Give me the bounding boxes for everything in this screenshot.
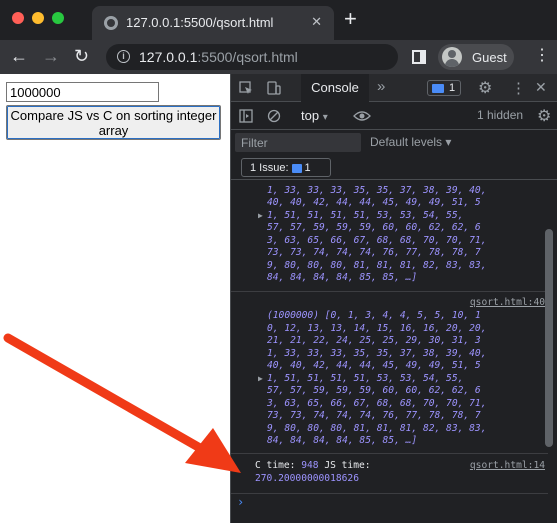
browser-toolbar: ← → ↻ i 127.0.0.1:5500/qsort.html Guest … — [0, 40, 557, 74]
back-arrow-icon[interactable]: ← — [10, 46, 28, 66]
c-time-label: C time: — [255, 460, 302, 471]
message-icon — [291, 163, 302, 173]
page-viewport: Compare JS vs C on sorting integer array — [0, 74, 230, 523]
issues-count: 1 — [304, 162, 311, 174]
array-start: [0, 1, 3, 4, 4, 5, 5, 10, 1 — [324, 310, 481, 321]
array-line: 3, 63, 65, 66, 67, 68, 68, 70, 70, 71, — [267, 234, 487, 246]
context-label: top — [301, 108, 320, 123]
levels-dropdown[interactable]: Default levels ▾ — [370, 135, 451, 149]
js-time-label: JS time: — [318, 460, 371, 471]
new-tab-button[interactable]: + — [344, 8, 357, 30]
browser-menu-icon[interactable]: ⋮ — [534, 48, 550, 64]
info-icon[interactable]: i — [117, 50, 130, 63]
message-count: 1 — [449, 82, 456, 94]
array-line: (1000000) [0, 1, 3, 4, 4, 5, 5, 10, 1 — [267, 310, 547, 323]
timing-line: C time: 948 JS time: — [255, 460, 371, 473]
globe-icon — [104, 16, 118, 30]
array-line: 1, 33, 33, 33, 35, 35, 37, 38, 39, 40, — [267, 184, 487, 196]
settings-gear-icon[interactable]: ⚙ — [478, 78, 492, 98]
console-settings-gear-icon[interactable]: ⚙ — [537, 106, 551, 126]
console-toolbar: top ▾ 1 hidden ⚙ — [231, 102, 557, 130]
timing-entry[interactable]: qsort.html:14 C time: 948 JS time: 270.2… — [231, 454, 548, 494]
filter-bar: Filter Default levels ▾ — [231, 130, 557, 156]
inspect-icon[interactable] — [239, 81, 253, 95]
zoom-window-button[interactable] — [52, 12, 64, 24]
more-tabs-icon[interactable]: » — [377, 78, 385, 95]
console-scrollbar[interactable] — [545, 229, 553, 447]
array-line: 40, 40, 42, 44, 44, 45, 49, 49, 51, 5 — [267, 360, 481, 371]
tab-console[interactable]: Console — [301, 74, 369, 102]
array-line: 1, 51, 51, 51, 51, 53, 53, 54, 55, — [267, 209, 464, 221]
hidden-count: 1 hidden — [477, 108, 524, 122]
c-time-value: 948 — [301, 460, 319, 471]
array-line: 73, 73, 74, 74, 74, 76, 77, 78, 78, 7 — [267, 247, 481, 258]
url-path: :5500/qsort.html — [197, 49, 298, 65]
profile-button[interactable]: Guest — [438, 44, 514, 70]
address-bar[interactable]: i 127.0.0.1:5500/qsort.html — [106, 44, 398, 70]
devtools-tabbar: Console » 1 ⚙ ⋮ ✕ — [231, 74, 557, 102]
js-time-value: 270.20000000018626 — [255, 472, 359, 484]
array-line: 1, 51, 51, 51, 51, 53, 53, 54, 55, — [267, 372, 464, 384]
log-entry[interactable]: … 1, 33, 33, 33, 35, 35, 37, 38, 39, 40,… — [231, 180, 548, 292]
sidepanel-icon[interactable] — [412, 50, 426, 64]
browser-tab[interactable]: 127.0.0.1:5500/qsort.html ✕ — [92, 6, 334, 40]
array-line: 57, 57, 59, 59, 59, 60, 60, 62, 62, 6 — [267, 222, 481, 233]
issues-label: 1 Issue: — [250, 162, 289, 174]
context-select[interactable]: top ▾ — [301, 108, 328, 123]
issues-bar: 1 Issue: 1 — [231, 156, 557, 180]
device-toolbar-icon[interactable] — [267, 81, 281, 95]
console-prompt-icon[interactable]: › — [237, 496, 244, 509]
array-length: (1000000) — [267, 310, 319, 321]
url-text: 127.0.0.1:5500/qsort.html — [139, 49, 298, 65]
profile-label: Guest — [472, 50, 507, 65]
reload-icon[interactable]: ↻ — [74, 46, 89, 66]
array-size-input[interactable] — [6, 82, 159, 102]
clear-console-icon[interactable] — [267, 109, 281, 123]
window-titlebar: 127.0.0.1:5500/qsort.html ✕ + — [0, 0, 557, 40]
close-icon[interactable]: ✕ — [535, 79, 547, 96]
devtools-menu-icon[interactable]: ⋮ — [511, 79, 526, 97]
array-line: 9, 80, 80, 80, 81, 81, 81, 82, 83, 83, — [267, 259, 487, 271]
array-line: 40, 40, 42, 44, 44, 45, 49, 49, 51, 5 — [267, 197, 481, 208]
devtools-panel: Console » 1 ⚙ ⋮ ✕ top ▾ 1 hidden ⚙ Filte… — [230, 74, 557, 523]
avatar-icon — [442, 47, 462, 67]
array-line: 73, 73, 74, 74, 74, 76, 77, 78, 78, 7 — [267, 410, 481, 421]
array-line: 3, 63, 65, 66, 67, 68, 68, 70, 70, 71, — [267, 397, 487, 409]
tab-title: 127.0.0.1:5500/qsort.html — [126, 15, 274, 30]
array-line: 0, 12, 13, 13, 14, 15, 16, 16, 20, 20, — [267, 322, 487, 334]
expand-triangle-icon[interactable]: ▶ — [258, 373, 263, 386]
message-icon — [432, 84, 444, 93]
source-link[interactable]: qsort.html:14 — [470, 460, 545, 473]
array-line: 84, 84, 84, 84, 85, 85, …] — [267, 272, 418, 283]
tab-close-icon[interactable]: ✕ — [311, 14, 322, 30]
sidebar-toggle-icon[interactable] — [239, 109, 253, 123]
log-entry[interactable]: qsort.html:40 (1000000) [0, 1, 3, 4, 4, … — [231, 292, 548, 454]
eye-icon[interactable] — [353, 110, 371, 122]
array-line: 21, 21, 22, 24, 25, 25, 29, 30, 31, 3 — [267, 335, 481, 346]
source-link[interactable]: qsort.html:40 — [470, 297, 545, 310]
minimize-window-button[interactable] — [32, 12, 44, 24]
array-line: 57, 57, 59, 59, 59, 60, 60, 62, 62, 6 — [267, 385, 481, 396]
url-host: 127.0.0.1 — [139, 49, 198, 65]
array-line: 1, 33, 33, 33, 35, 35, 37, 38, 39, 40, — [267, 347, 487, 359]
console-log[interactable]: … 1, 33, 33, 33, 35, 35, 37, 38, 39, 40,… — [231, 180, 548, 523]
issues-button[interactable]: 1 Issue: 1 — [241, 158, 331, 177]
message-badge[interactable]: 1 — [427, 80, 461, 96]
compare-button[interactable]: Compare JS vs C on sorting integer array — [6, 105, 221, 140]
expand-triangle-icon[interactable]: ▶ — [258, 210, 263, 223]
array-line: 9, 80, 80, 80, 81, 81, 81, 82, 83, 83, — [267, 422, 487, 434]
forward-arrow-icon[interactable]: → — [42, 46, 60, 66]
array-line: 84, 84, 84, 84, 85, 85, …] — [267, 435, 418, 446]
close-window-button[interactable] — [12, 12, 24, 24]
filter-input[interactable]: Filter — [235, 133, 361, 152]
